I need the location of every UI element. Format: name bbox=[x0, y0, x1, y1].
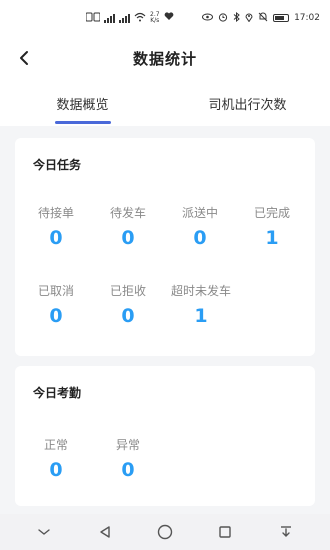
tab-bar: 数据概览 司机出行次数 bbox=[0, 80, 330, 126]
location-icon bbox=[245, 12, 253, 25]
bluetooth-icon bbox=[233, 11, 240, 25]
stat-label: 待接单 bbox=[37, 206, 74, 220]
status-left-icons: 2.7 K/s bbox=[85, 12, 174, 25]
square-recents-icon bbox=[219, 526, 232, 538]
tab-data-overview[interactable]: 数据概览 bbox=[0, 80, 165, 126]
wifi-icon bbox=[134, 12, 146, 25]
today-tasks-card: 今日任务 待接单 0 待发车 0 派送中 0 已完成 1 已取消 0 已拒收 0… bbox=[15, 138, 315, 356]
stat-overdue-depart[interactable]: 超时未发车 1 bbox=[165, 282, 237, 327]
stat-label: 待发车 bbox=[109, 206, 146, 220]
status-bar: 2.7 K/s 17:02 bbox=[0, 0, 330, 36]
stat-cancelled[interactable]: 已取消 0 bbox=[21, 282, 91, 327]
stat-label: 异常 bbox=[115, 438, 140, 452]
notification-pull-button[interactable] bbox=[272, 518, 300, 546]
stat-value: 0 bbox=[49, 305, 63, 327]
system-nav-bar bbox=[0, 514, 330, 550]
stat-label: 超时未发车 bbox=[170, 284, 231, 298]
collapse-button[interactable] bbox=[30, 518, 58, 546]
stat-value: 0 bbox=[121, 227, 135, 249]
stat-attendance-abnormal[interactable]: 异常 0 bbox=[93, 436, 163, 481]
tab-label: 司机出行次数 bbox=[208, 97, 287, 113]
nav-back-button[interactable] bbox=[91, 518, 119, 546]
stat-value: 0 bbox=[121, 459, 135, 481]
tab-active-indicator bbox=[54, 121, 111, 124]
circle-home-icon bbox=[157, 524, 173, 540]
tab-label: 数据概览 bbox=[56, 97, 109, 113]
stat-pending-depart[interactable]: 待发车 0 bbox=[93, 204, 163, 249]
nav-recents-button[interactable] bbox=[211, 518, 239, 546]
heart-icon bbox=[164, 12, 174, 24]
page-title: 数据统计 bbox=[132, 49, 197, 68]
chevron-down-icon bbox=[38, 529, 50, 535]
stat-value: 0 bbox=[193, 227, 207, 249]
mute-icon bbox=[258, 12, 268, 25]
stat-value: 0 bbox=[49, 459, 63, 481]
stat-label: 正常 bbox=[43, 438, 68, 452]
network-speed: 2.7 K/s bbox=[150, 12, 160, 24]
triangle-back-icon bbox=[99, 526, 110, 538]
tab-driver-trips[interactable]: 司机出行次数 bbox=[165, 80, 330, 126]
nav-bar: 数据统计 bbox=[0, 36, 330, 80]
pull-down-icon bbox=[280, 526, 291, 537]
stat-delivering[interactable]: 派送中 0 bbox=[165, 204, 235, 249]
card-title: 今日任务 bbox=[33, 158, 82, 172]
stat-value: 1 bbox=[265, 227, 279, 249]
battery-icon bbox=[273, 14, 290, 22]
eye-icon bbox=[202, 13, 214, 24]
stat-value: 1 bbox=[194, 305, 208, 327]
status-right-icons: 17:02 bbox=[202, 11, 320, 25]
chevron-left-icon bbox=[20, 51, 28, 65]
stat-label: 已拒收 bbox=[109, 284, 146, 298]
stat-rejected[interactable]: 已拒收 0 bbox=[93, 282, 163, 327]
back-button[interactable] bbox=[10, 44, 38, 72]
stat-label: 已取消 bbox=[37, 284, 74, 298]
speed-unit: K/s bbox=[150, 17, 160, 24]
nav-home-button[interactable] bbox=[151, 518, 179, 546]
sim-icon bbox=[85, 12, 101, 25]
stat-attendance-normal[interactable]: 正常 0 bbox=[21, 436, 91, 481]
stat-label: 派送中 bbox=[181, 206, 218, 220]
signal-2-icon bbox=[119, 13, 130, 23]
stat-completed[interactable]: 已完成 1 bbox=[237, 204, 307, 249]
stat-label: 已完成 bbox=[253, 206, 290, 220]
status-time: 17:02 bbox=[294, 13, 320, 23]
today-attendance-card: 今日考勤 正常 0 异常 0 bbox=[15, 366, 315, 506]
stat-pending-accept[interactable]: 待接单 0 bbox=[21, 204, 91, 249]
stat-value: 0 bbox=[49, 227, 63, 249]
card-title: 今日考勤 bbox=[33, 386, 82, 400]
stat-value: 0 bbox=[121, 305, 135, 327]
alarm-icon bbox=[218, 12, 228, 25]
signal-1-icon bbox=[104, 13, 115, 23]
